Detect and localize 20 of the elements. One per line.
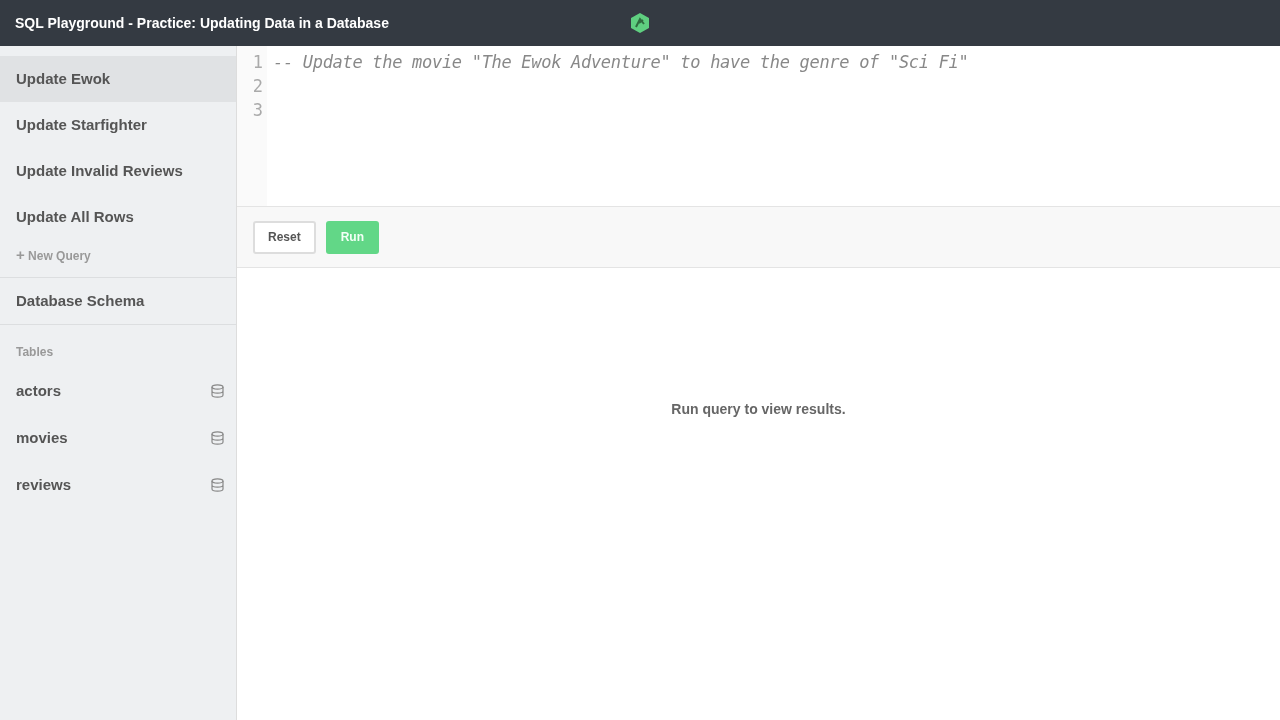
table-item[interactable]: reviews — [16, 476, 72, 493]
database-icon[interactable] — [211, 430, 224, 445]
line-number: 3 — [251, 99, 264, 122]
line-number: 2 — [251, 75, 264, 98]
results-message: Run query to view results. — [671, 401, 846, 419]
query-item[interactable]: Update Ewok — [0, 56, 236, 102]
query-item[interactable]: Update Starfighter — [0, 102, 236, 148]
table-item[interactable]: movies — [16, 429, 68, 446]
line-number: 1 — [251, 51, 264, 74]
database-schema-link[interactable]: Database Schema — [0, 278, 236, 325]
window-title: SQL Playground - Practice: Updating Data in a Database — [15, 15, 389, 31]
query-item[interactable]: Update Invalid Reviews — [0, 148, 236, 194]
hexagon-logo-icon — [630, 12, 650, 34]
code-comment: -- Update the movie "The Ewok Adventure" to have the genre of "Sci Fi" — [273, 51, 969, 74]
tables-heading: Tables — [15, 344, 55, 361]
database-icon[interactable] — [211, 383, 224, 398]
reset-button[interactable]: Reset — [253, 220, 316, 254]
query-item[interactable]: Update All Rows — [0, 194, 236, 240]
table-item[interactable]: actors — [16, 382, 62, 399]
database-icon[interactable] — [211, 477, 224, 492]
